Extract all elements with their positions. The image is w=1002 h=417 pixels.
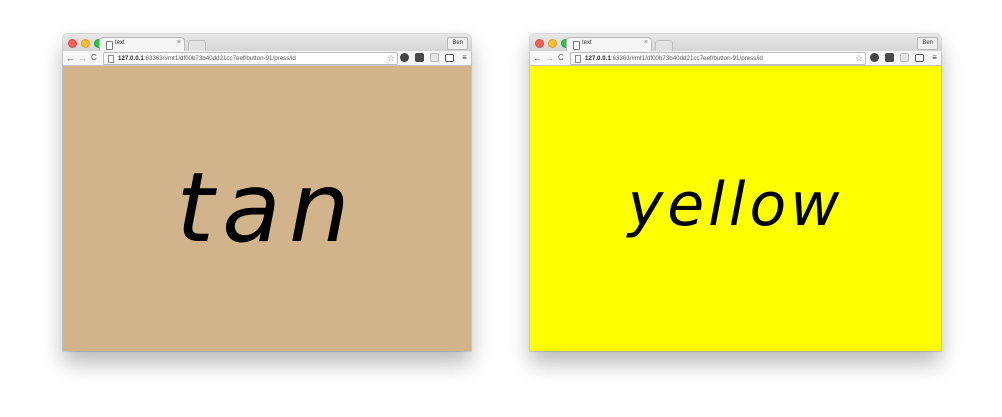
page-content: tan	[63, 66, 471, 351]
reload-icon[interactable]: C	[91, 52, 97, 64]
page-icon	[108, 55, 114, 63]
tab-text[interactable]: text ×	[566, 37, 652, 52]
cast-icon[interactable]	[900, 53, 909, 62]
bookmark-star-icon[interactable]: ☆	[855, 52, 863, 64]
url-text: 127.0.0.1:63363/#mt1/df00b73b40dd21cc7ee…	[118, 55, 296, 62]
forward-arrow-icon[interactable]: →	[545, 52, 554, 64]
color-word: tan	[176, 151, 358, 264]
document-icon	[573, 41, 580, 50]
browser-toolbar: ← → C 127.0.0.1:63363/#mt1/df00b73b40dd2…	[63, 51, 471, 66]
page-icon	[575, 55, 581, 63]
tab-title: text	[582, 40, 592, 46]
close-window-button[interactable]	[535, 39, 544, 48]
extension-icons: ≡	[870, 53, 939, 62]
browser-window-right: text × Ben ← → C 127.0.0.1:63363/#mt1/df…	[530, 34, 941, 351]
profile-button[interactable]: Ben	[917, 37, 938, 50]
minimize-window-button[interactable]	[548, 39, 557, 48]
reload-icon[interactable]: C	[558, 52, 564, 64]
gear-extension-icon[interactable]	[400, 53, 409, 62]
back-arrow-icon[interactable]: ←	[533, 52, 542, 64]
menu-icon[interactable]: ≡	[930, 53, 939, 62]
screen-icon[interactable]	[915, 53, 924, 62]
back-arrow-icon[interactable]: ←	[66, 52, 75, 64]
profile-button[interactable]: Ben	[447, 37, 468, 50]
gear-extension-icon[interactable]	[870, 53, 879, 62]
menu-icon[interactable]: ≡	[460, 53, 469, 62]
window-controls	[535, 39, 570, 48]
shield-extension-icon[interactable]	[885, 53, 894, 62]
tab-text[interactable]: text ×	[99, 37, 185, 52]
address-bar[interactable]: 127.0.0.1:63363/#mt1/df00b73b40dd21cc7ee…	[103, 52, 398, 65]
minimize-window-button[interactable]	[81, 39, 90, 48]
page-content: yellow	[530, 66, 941, 351]
close-window-button[interactable]	[68, 39, 77, 48]
url-text: 127.0.0.1:63363/#mt1/df00b73b40dd21cc7ee…	[585, 55, 763, 62]
tab-close-icon[interactable]: ×	[644, 39, 648, 46]
new-tab-button[interactable]	[188, 40, 206, 51]
tab-close-icon[interactable]: ×	[177, 39, 181, 46]
window-controls	[68, 39, 103, 48]
browser-window-left: text × Ben ← → C 127.0.0.1:63363/#mt1/df…	[63, 34, 471, 351]
extension-icons: ≡	[400, 53, 469, 62]
browser-toolbar: ← → C 127.0.0.1:63363/#mt1/df00b73b40dd2…	[530, 51, 941, 66]
forward-arrow-icon[interactable]: →	[78, 52, 87, 64]
tab-title: text	[115, 40, 125, 46]
tab-strip: text × Ben	[63, 34, 471, 52]
bookmark-star-icon[interactable]: ☆	[387, 52, 395, 64]
address-bar[interactable]: 127.0.0.1:63363/#mt1/df00b73b40dd21cc7ee…	[570, 52, 866, 65]
screen-icon[interactable]	[445, 53, 454, 62]
tab-strip: text × Ben	[530, 34, 941, 52]
color-word: yellow	[627, 169, 844, 240]
shield-extension-icon[interactable]	[415, 53, 424, 62]
cast-icon[interactable]	[430, 53, 439, 62]
document-icon	[106, 41, 113, 50]
new-tab-button[interactable]	[655, 40, 673, 51]
